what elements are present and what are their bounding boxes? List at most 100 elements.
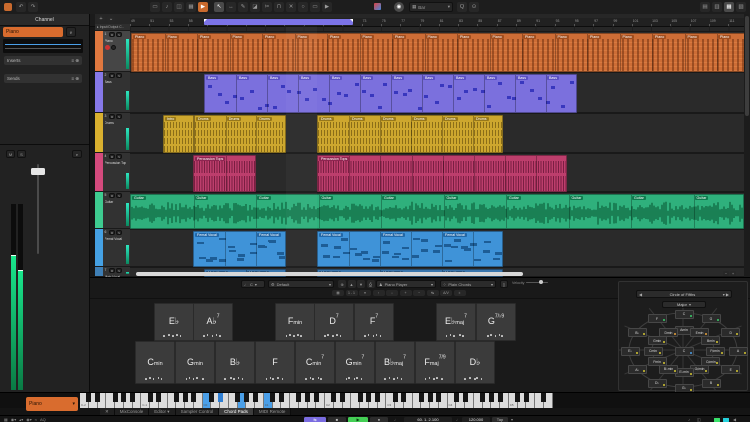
pads-option-icon-4[interactable]: ↓ [386, 290, 398, 296]
track-header[interactable]: 6MSFemal Vocal [95, 229, 130, 267]
io-channels-folder[interactable]: ▸ Input/Output C.. [95, 24, 130, 31]
root-key-dropdown[interactable]: ♩ C ▾ [241, 280, 265, 288]
cycle-start-handle[interactable] [204, 19, 207, 22]
circle-minor-9[interactable]: Cmin [644, 347, 663, 356]
circle-minor-7[interactable]: B♭min [659, 365, 678, 374]
tab-midi-remote[interactable]: MIDI Remote [254, 408, 292, 415]
black-key[interactable] [130, 393, 135, 402]
play-button[interactable]: ▶ [348, 417, 368, 422]
tab-editor[interactable]: Editor ▾ [149, 408, 175, 415]
tab-sampler-control[interactable]: Sampler Control [176, 408, 220, 415]
zone-3-icon[interactable]: ▧ [736, 2, 746, 12]
black-key[interactable] [358, 393, 363, 402]
track-header[interactable]: 7MSMain Vocal [95, 267, 130, 277]
preset-icon-2[interactable]: ▼ [357, 280, 365, 288]
black-key[interactable] [296, 393, 301, 402]
black-key[interactable] [156, 393, 161, 402]
preset-icon-1[interactable]: ▲ [348, 280, 356, 288]
black-key[interactable] [279, 393, 284, 402]
track-solo-button[interactable]: S [116, 154, 122, 159]
clip[interactable]: Intro [163, 115, 194, 153]
vertical-scrollbar[interactable] [744, 14, 750, 277]
zone-1-icon[interactable]: ▥ [712, 2, 722, 12]
channel-e-button[interactable]: e [72, 150, 82, 158]
orange-tool-icon[interactable]: ▶ [198, 2, 208, 12]
tool-2-icon[interactable]: ✎ [238, 2, 248, 12]
clip[interactable]: DrumsDrumsDrums [194, 115, 286, 153]
circle-major-3[interactable]: A [729, 347, 748, 356]
chord-pad-A7[interactable]: A♭7 [193, 303, 233, 341]
track-mute-button[interactable]: M [109, 73, 115, 78]
lock-toggle[interactable]: ▯ [500, 280, 508, 288]
black-key[interactable] [235, 393, 240, 402]
circle-minor-11[interactable]: Dmin [659, 328, 678, 337]
chord-pad-Emaj7[interactable]: E♭maj7 [436, 303, 476, 341]
track-mute-button[interactable]: M [109, 193, 115, 198]
tool-7-icon[interactable]: ○ [298, 2, 308, 12]
tool-1-icon[interactable]: ↔ [226, 2, 236, 12]
black-key[interactable] [340, 393, 345, 402]
track-header[interactable]: 3MSDrums [95, 113, 130, 153]
black-key[interactable] [428, 393, 433, 402]
tab-chord-pads[interactable]: Chord Pads [219, 408, 254, 415]
chord-pad-Gmin7[interactable]: Gmin7 [335, 341, 375, 384]
add-track-icon[interactable]: + [97, 15, 105, 23]
circle-major-9[interactable]: E♭ [621, 347, 640, 356]
circle-major-8[interactable]: A♭ [628, 365, 647, 374]
black-key[interactable] [95, 393, 100, 402]
preset-dropdown[interactable]: ⚙ Default▾ [268, 280, 334, 288]
chord-pad-Fmin[interactable]: Fmin [275, 303, 315, 341]
transport-left-icon-1[interactable]: ◉▾ [11, 417, 17, 422]
clip[interactable]: BassBassBassBassBassBassBassBassBassBass… [204, 74, 577, 113]
circle-major-11[interactable]: F [648, 314, 667, 323]
clip[interactable]: Femal VocalFemal Vocal [193, 231, 286, 267]
pads-option-icon-7[interactable]: ↹ [427, 290, 439, 296]
black-key[interactable] [121, 393, 126, 402]
black-key[interactable] [253, 393, 258, 402]
inspector-tab-channel[interactable]: Channel [0, 14, 89, 26]
pads-option-icon-0[interactable]: ▦ [332, 290, 344, 296]
chord-pad-F[interactable]: F [255, 341, 295, 384]
tool-3-icon[interactable]: ◪ [250, 2, 260, 12]
snap-icon[interactable]: ◉ [394, 2, 404, 12]
circle-major-7[interactable]: D♭ [648, 379, 667, 388]
black-key[interactable] [480, 393, 485, 402]
voicing-mode-dropdown[interactable]: ⁘ Plain Chords▾ [440, 280, 496, 288]
circle-major-4[interactable]: E [721, 365, 740, 374]
black-key[interactable] [419, 393, 424, 402]
track-solo-button[interactable]: S [116, 193, 122, 198]
circle-mode-dropdown[interactable]: Major▾ [662, 301, 706, 308]
track-search-icon[interactable]: ⌄ [107, 15, 115, 23]
track-solo-button[interactable]: S [116, 32, 122, 37]
chord-pad-Fmaj79[interactable]: Fmaj7/9 [415, 341, 455, 384]
transport-left-icon-0[interactable]: ▦ [4, 417, 8, 422]
tab-mixconsole[interactable]: MixConsole [115, 408, 150, 415]
tool-9-icon[interactable]: ▶ [322, 2, 332, 12]
tempo-mode-dropdown[interactable]: ▾ [511, 417, 513, 422]
black-key[interactable] [541, 393, 546, 402]
monitor-button[interactable] [111, 45, 116, 50]
media-1-icon[interactable]: ♪ [162, 2, 172, 12]
clip[interactable]: Percussion Tops [317, 155, 567, 192]
player-dropdown[interactable]: ♟ Piano Player▾ [376, 280, 436, 288]
channel-edit-button[interactable]: e [66, 27, 76, 37]
clip[interactable]: Femal VocalFemal VocalFemal Vocal [317, 231, 503, 267]
track-header[interactable]: 2MSBass [95, 72, 130, 113]
inspector-section-sends[interactable]: Sends≡ ⊕ [4, 74, 82, 83]
track-mute-button[interactable]: M [109, 230, 115, 235]
chord-pad-E[interactable]: E♭ [154, 303, 194, 341]
cycle-end-handle[interactable] [350, 19, 353, 22]
tool-0-icon[interactable]: ↖ [214, 2, 224, 12]
black-key[interactable] [209, 393, 214, 402]
undo-redo-0-icon[interactable]: ↶ [16, 2, 26, 12]
pads-option-icon-1[interactable]: 1 - 1 [346, 290, 358, 296]
black-key[interactable] [393, 393, 398, 402]
pads-option-icon-6[interactable]: − [413, 290, 425, 296]
iterative-quantize-icon[interactable]: ⊙ [469, 2, 479, 12]
circle-major-1[interactable]: G [702, 314, 721, 323]
track-solo-button[interactable]: S [116, 73, 122, 78]
circle-minor-8[interactable]: Fmin [648, 357, 667, 366]
black-key[interactable] [454, 393, 459, 402]
track-header[interactable]: 1MSPiano [95, 31, 130, 72]
pads-option-icon-2[interactable]: ▾ [359, 290, 371, 296]
